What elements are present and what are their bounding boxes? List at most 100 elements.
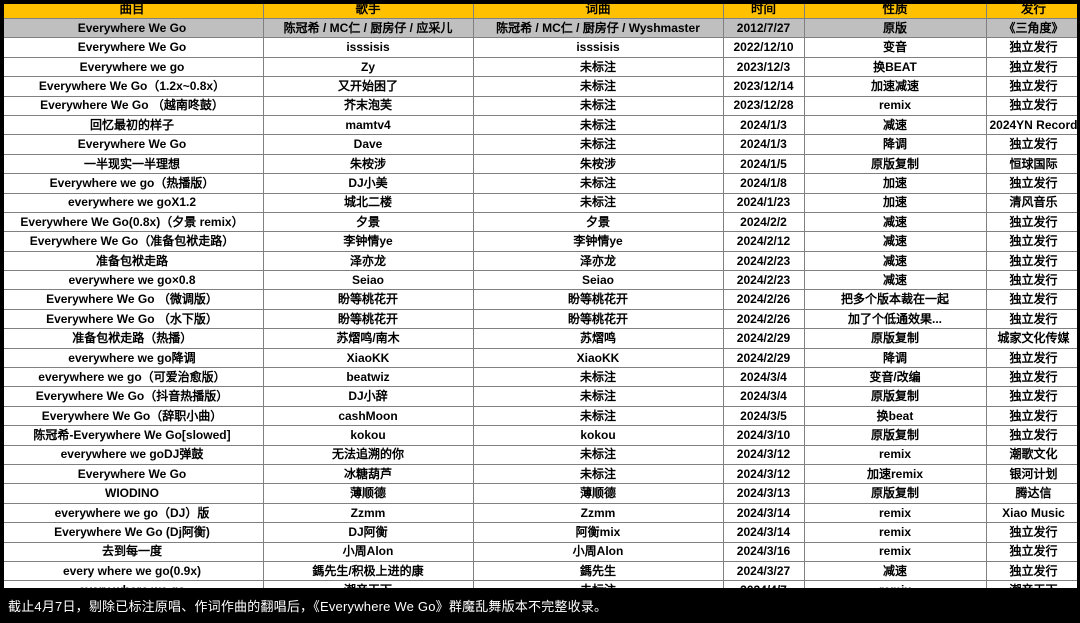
table-row[interactable]: Everywhere We Go Dave 未标注 2024/1/3 降调 独立发行 <box>0 134 1080 155</box>
cell-writer[interactable]: 李钟情ye <box>472 231 724 252</box>
cell-writer[interactable]: 苏熠鸣 <box>472 328 724 349</box>
cell-singer[interactable]: 无法追溯的你 <box>262 444 474 465</box>
cell-nature[interactable]: 减速 <box>803 250 987 272</box>
table-row[interactable]: Everywhere We Go (Dj阿衡) DJ阿衡 阿衡mix 2024/3/1… <box>0 522 1080 543</box>
cell-release[interactable]: 独立发行 <box>985 367 1080 388</box>
cell-title[interactable]: everywhere we go降调 <box>0 347 264 369</box>
cell-release[interactable]: Xiao Music <box>985 502 1080 524</box>
cell-singer[interactable]: 小周Alon <box>262 541 474 562</box>
table-row[interactable]: Everywhere We Go （水下版） 盼等桃花开 盼等桃花开 2024/2/2… <box>0 308 1080 330</box>
cell-singer[interactable]: 陈冠希 / MC仁 / 厨房仔 / 应采儿 <box>262 17 474 39</box>
cell-singer[interactable]: DJ小美 <box>262 173 474 194</box>
table-row[interactable]: 准备包袱走路 泽亦龙 泽亦龙 2024/2/23 减速 独立发行 <box>0 250 1080 272</box>
cell-singer[interactable]: 泽亦龙 <box>262 250 474 272</box>
table-row[interactable]: WIODINO 薄顺德 薄顺德 2024/3/13 原版复制 腾达信 <box>0 483 1080 504</box>
cell-nature[interactable]: 原版 <box>803 17 987 39</box>
cell-release[interactable]: 独立发行 <box>985 425 1080 446</box>
table-row[interactable]: Everywhere We Go （微调版） 盼等桃花开 盼等桃花开 2024/2/2… <box>0 289 1080 310</box>
table-row[interactable]: everywhere we goX1.2 城北二楼 未标注 2024/1/23 加速 清风… <box>0 192 1080 213</box>
cell-nature[interactable]: 加了个低通效果... <box>803 308 987 330</box>
table-row[interactable]: Everywhere We Go 冰糖葫芦 未标注 2024/3/12 加速remix 银… <box>0 463 1080 485</box>
cell-title[interactable]: Everywhere We Go（准备包袱走路） <box>0 231 264 252</box>
table-row[interactable]: Everywhere we go（热播版） DJ小美 未标注 2024/1/8 加速 独立… <box>0 173 1080 194</box>
cell-title[interactable]: 一半现实一半理想 <box>0 153 264 175</box>
cell-writer[interactable]: 未标注 <box>472 444 724 465</box>
cell-nature[interactable]: 降调 <box>803 347 987 369</box>
cell-release[interactable]: 独立发行 <box>985 211 1080 233</box>
cell-nature[interactable]: 减速 <box>803 231 987 252</box>
cell-nature[interactable]: 加速 <box>803 173 987 194</box>
cell-singer[interactable]: Zzmm <box>262 502 474 524</box>
cell-writer[interactable]: 未标注 <box>472 463 724 485</box>
cell-singer[interactable]: 朱桉涉 <box>262 153 474 175</box>
cell-singer[interactable]: 盼等桃花开 <box>262 308 474 330</box>
cell-title[interactable]: everywhere we go×0.8 <box>0 270 264 291</box>
cell-release[interactable]: 潮歌文化 <box>985 444 1080 465</box>
cell-title[interactable]: Everywhere We Go <box>0 134 264 155</box>
cell-nature[interactable]: 原版复制 <box>803 386 987 407</box>
cell-title[interactable]: Everywhere We Go（1.2x~0.8x） <box>0 76 264 97</box>
cell-title[interactable]: 回忆最初的样子 <box>0 114 264 136</box>
cell-writer[interactable]: 夕景 <box>472 211 724 233</box>
cell-writer[interactable]: 盼等桃花开 <box>472 308 724 330</box>
cell-singer[interactable]: 鎷先生/积极上进的康 <box>262 560 474 582</box>
cell-time[interactable]: 2024/2/29 <box>722 328 805 349</box>
cell-nature[interactable]: 变音 <box>803 37 987 58</box>
cell-time[interactable]: 2024/2/29 <box>722 347 805 369</box>
cell-singer[interactable]: Dave <box>262 134 474 155</box>
cell-writer[interactable]: 未标注 <box>472 367 724 388</box>
cell-time[interactable]: 2023/12/3 <box>722 56 805 78</box>
table-row[interactable]: Everywhere We Go（1.2x~0.8x） 又开始困了 未标注 2023/… <box>0 76 1080 97</box>
cell-time[interactable]: 2023/12/28 <box>722 95 805 116</box>
cell-release[interactable]: 独立发行 <box>985 134 1080 155</box>
cell-time[interactable]: 2024/3/5 <box>722 405 805 427</box>
cell-title[interactable]: Everywhere We Go（辞职小曲） <box>0 405 264 427</box>
cell-writer[interactable]: 未标注 <box>472 76 724 97</box>
cell-time[interactable]: 2024/3/12 <box>722 463 805 485</box>
cell-time[interactable]: 2023/12/14 <box>722 76 805 97</box>
cell-time[interactable]: 2024/3/4 <box>722 386 805 407</box>
cell-writer[interactable]: 未标注 <box>472 56 724 78</box>
cell-title[interactable]: Everywhere We Go <box>0 17 264 39</box>
cell-writer[interactable]: 未标注 <box>472 134 724 155</box>
cell-singer[interactable]: XiaoKK <box>262 347 474 369</box>
cell-release[interactable]: 独立发行 <box>985 289 1080 310</box>
cell-writer[interactable]: 未标注 <box>472 95 724 116</box>
cell-title[interactable]: Everywhere we go <box>0 56 264 78</box>
cell-writer[interactable]: 盼等桃花开 <box>472 289 724 310</box>
table-row[interactable]: every where we go(0.9x) 鎷先生/积极上进的康 鎷先生 2024… <box>0 560 1080 582</box>
cell-title[interactable]: Everywhere We Go <box>0 463 264 485</box>
table-row[interactable]: 去到每一度 小周Alon 小周Alon 2024/3/16 remix 独立发行 <box>0 541 1080 562</box>
cell-time[interactable]: 2012/7/27 <box>722 17 805 39</box>
cell-release[interactable]: 独立发行 <box>985 560 1080 582</box>
cell-time[interactable]: 2024/2/2 <box>722 211 805 233</box>
table-row[interactable]: Everywhere We Go（辞职小曲） cashMoon 未标注 2024/3/… <box>0 405 1080 427</box>
cell-writer[interactable]: Zzmm <box>472 502 724 524</box>
cell-release[interactable]: 独立发行 <box>985 250 1080 272</box>
cell-writer[interactable]: isssisis <box>472 37 724 58</box>
cell-title[interactable]: everywhere we goX1.2 <box>0 192 264 213</box>
cell-title[interactable]: everywhere we goDJ弹鼓 <box>0 444 264 465</box>
table-row[interactable]: Everywhere We Go(0.8x)（夕景 remix） 夕景 夕景 2024… <box>0 211 1080 233</box>
cell-writer[interactable]: 泽亦龙 <box>472 250 724 272</box>
cell-time[interactable]: 2024/3/4 <box>722 367 805 388</box>
cell-nature[interactable]: remix <box>803 502 987 524</box>
table-row[interactable]: 一半现实一半理想 朱桉涉 朱桉涉 2024/1/5 原版复制 恒球国际 <box>0 153 1080 175</box>
cell-release[interactable]: 独立发行 <box>985 308 1080 330</box>
table-row[interactable]: everywhere we go×0.8 Seiao Seiao 2024/2/23 减… <box>0 270 1080 291</box>
cell-nature[interactable]: 原版复制 <box>803 328 987 349</box>
table-row[interactable]: everywhere we go（可爱治愈版） beatwiz 未标注 2024/3/… <box>0 367 1080 388</box>
cell-singer[interactable]: kokou <box>262 425 474 446</box>
cell-release[interactable]: 独立发行 <box>985 270 1080 291</box>
cell-time[interactable]: 2024/1/5 <box>722 153 805 175</box>
cell-time[interactable]: 2024/1/3 <box>722 134 805 155</box>
cell-writer[interactable]: 陈冠希 / MC仁 / 厨房仔 / Wyshmaster <box>472 17 724 39</box>
cell-singer[interactable]: 冰糖葫芦 <box>262 463 474 485</box>
cell-title[interactable]: Everywhere We Go <box>0 37 264 58</box>
cell-writer[interactable]: 小周Alon <box>472 541 724 562</box>
cell-nature[interactable]: 加速 <box>803 192 987 213</box>
cell-singer[interactable]: DJ小辞 <box>262 386 474 407</box>
cell-title[interactable]: Everywhere We Go（抖音热播版） <box>0 386 264 407</box>
cell-time[interactable]: 2024/1/23 <box>722 192 805 213</box>
cell-writer[interactable]: 鎷先生 <box>472 560 724 582</box>
